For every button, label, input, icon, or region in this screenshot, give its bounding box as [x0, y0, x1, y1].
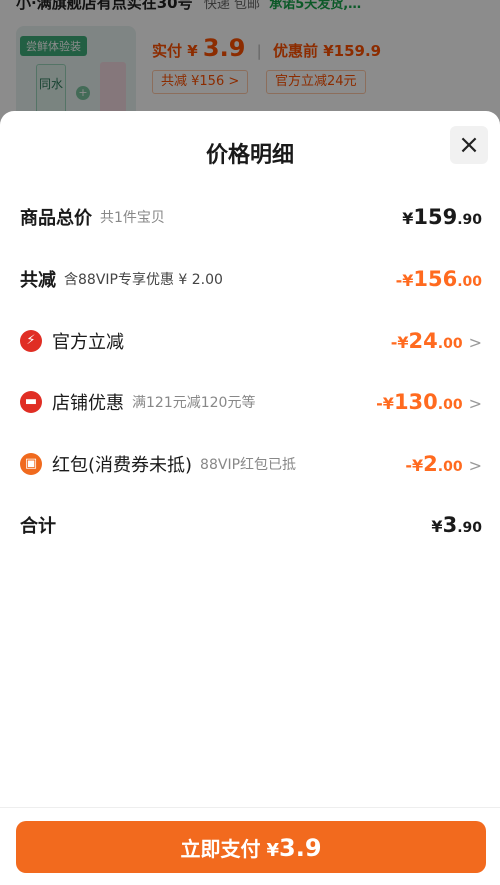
row-label: 商品总价: [20, 208, 92, 229]
price-detail-sheet: 价格明细 × 商品总价 共1件宝贝 ¥ 159 .90 共减 含88VIP专享优…: [0, 111, 500, 885]
bottom-divider: [0, 807, 500, 808]
amount-dec: .90: [457, 212, 482, 228]
lightning-icon: ⚡: [20, 330, 42, 352]
amount-int: 2: [423, 452, 438, 476]
chevron-right-icon: >: [468, 394, 482, 413]
shop-icon: ▬: [20, 391, 42, 413]
amount-int: 3: [442, 513, 458, 537]
row-shop-discount[interactable]: ▬ 店铺优惠 满121元减120元等 -¥ 130 .00 >: [20, 382, 482, 422]
row-official-discount[interactable]: ⚡ 官方立减 -¥ 24 .00 >: [20, 321, 482, 361]
sheet-title: 价格明细: [205, 143, 294, 168]
amount-dec: .00: [437, 459, 463, 475]
row-goods-total: 商品总价 共1件宝贝 ¥ 159 .90: [20, 197, 482, 237]
row-sub: 共1件宝贝: [100, 210, 165, 226]
pay-button-value: 3.9: [279, 834, 322, 862]
row-sub: 含88VIP专享优惠 ¥ 2.00: [64, 272, 223, 288]
amount-dec: .00: [437, 397, 463, 413]
chevron-right-icon: >: [468, 456, 482, 475]
amount-yen: ¥: [402, 209, 414, 228]
row-grand-total: 合计 ¥ 3 .90: [20, 505, 482, 545]
row-label: 店铺优惠: [52, 393, 124, 414]
amount-int: 130: [393, 390, 438, 414]
amount-int: 24: [408, 329, 438, 353]
row-label: 官方立减: [52, 332, 124, 353]
amount-yen: -¥: [390, 333, 409, 352]
pay-button-yen: ¥: [266, 840, 279, 861]
amount-yen: -¥: [405, 456, 424, 475]
row-sub: 88VIP红包已抵: [200, 457, 297, 473]
amount-dec: .90: [457, 520, 482, 536]
amount-dec: .00: [457, 274, 482, 290]
pay-now-button[interactable]: 立即支付 ¥ 3.9: [16, 821, 486, 873]
amount-int: 159: [413, 205, 458, 229]
close-icon: ×: [458, 130, 480, 160]
row-amount: -¥ 24 .00 >: [391, 329, 482, 353]
row-label: 共减: [20, 270, 56, 291]
amount-dec: .00: [437, 336, 463, 352]
pay-button-label: 立即支付: [180, 837, 261, 861]
row-amount: ¥ 3 .90: [431, 513, 482, 537]
row-amount: -¥ 2 .00 >: [405, 452, 482, 476]
row-amount: -¥ 156 .00: [396, 267, 482, 291]
row-amount: -¥ 130 .00 >: [376, 390, 482, 414]
row-red-packet[interactable]: ▣ 红包(消费券未抵) 88VIP红包已抵 -¥ 2 .00 >: [20, 444, 482, 484]
row-total-reduce: 共减 含88VIP专享优惠 ¥ 2.00 -¥ 156 .00: [20, 259, 482, 299]
chevron-right-icon: >: [468, 333, 482, 352]
red-packet-icon: ▣: [20, 453, 42, 475]
close-button[interactable]: ×: [450, 126, 488, 164]
amount-int: 156: [413, 267, 458, 291]
amount-yen: ¥: [431, 517, 443, 536]
row-label: 合计: [20, 516, 56, 537]
amount-yen: -¥: [395, 271, 414, 290]
amount-yen: -¥: [376, 394, 394, 413]
row-label: 红包(消费券未抵): [52, 455, 193, 476]
row-sub: 满121元减120元等: [132, 395, 256, 411]
row-amount: ¥ 159 .90: [402, 205, 482, 229]
